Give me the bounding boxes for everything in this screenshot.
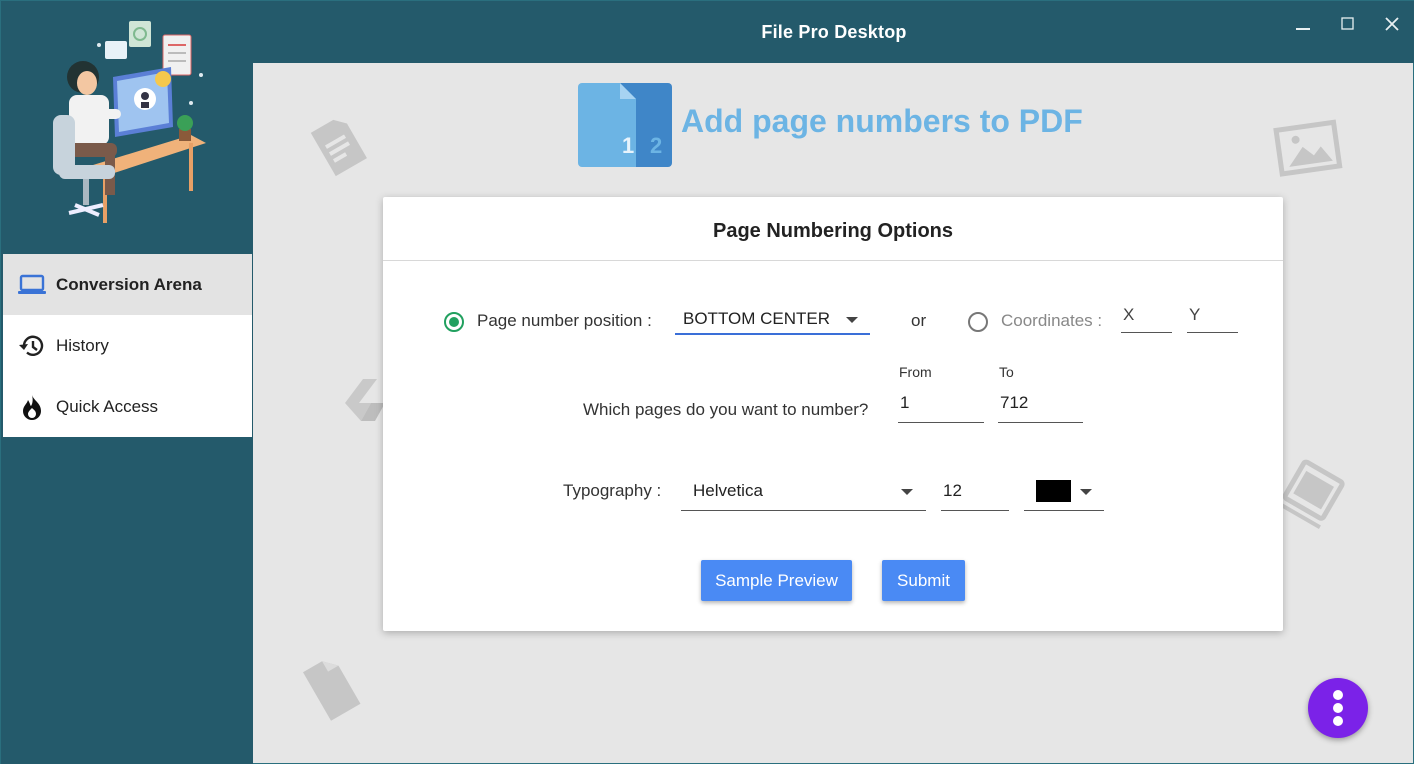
chevron-down-icon — [846, 317, 858, 323]
sidebar-item-label: Conversion Arena — [56, 274, 202, 294]
x-coordinate-input[interactable]: X — [1121, 301, 1172, 333]
from-label: From — [899, 364, 932, 380]
x-placeholder: X — [1123, 305, 1135, 324]
from-page-input[interactable]: 1 — [898, 389, 984, 423]
color-picker[interactable] — [1024, 475, 1104, 511]
from-page-value: 1 — [900, 393, 910, 412]
app-window: Conversion Arena History Quick Access Fi… — [0, 0, 1414, 764]
pdf-page-number-icon: 1 2 — [578, 83, 672, 167]
flame-icon — [17, 394, 47, 420]
pages-label: Which pages do you want to number? — [583, 400, 869, 419]
maximize-button[interactable] — [1333, 9, 1363, 37]
card-title: Page Numbering Options — [383, 197, 1283, 261]
minimize-icon — [1296, 28, 1310, 30]
font-value: Helvetica — [693, 481, 763, 500]
or-label: or — [911, 311, 927, 330]
maximize-icon — [1341, 17, 1354, 30]
position-select[interactable]: BOTTOM CENTER — [675, 303, 870, 335]
sidebar-item-conversion-arena[interactable]: Conversion Arena — [3, 254, 252, 315]
title-bar: File Pro Desktop — [253, 1, 1414, 63]
close-icon — [1385, 17, 1399, 31]
minimize-button[interactable] — [1288, 9, 1318, 37]
file-icon — [303, 661, 361, 721]
sidebar-item-label: History — [56, 335, 109, 355]
sample-preview-button[interactable]: Sample Preview — [701, 560, 852, 601]
options-card: Page Numbering Options Page number posit… — [383, 197, 1283, 631]
position-label: Page number position : — [477, 311, 652, 330]
to-label: To — [999, 364, 1014, 380]
typography-label: Typography : — [563, 481, 662, 500]
font-size-value: 12 — [943, 481, 962, 500]
image-icon — [1273, 119, 1343, 177]
chevron-down-icon — [1080, 489, 1092, 495]
images-stack-icon — [1277, 459, 1345, 530]
font-size-input[interactable]: 12 — [941, 475, 1009, 511]
hero-digit-2: 2 — [650, 133, 662, 158]
window-title: File Pro Desktop — [761, 22, 907, 42]
position-value: BOTTOM CENTER — [683, 309, 831, 328]
position-radio[interactable] — [444, 312, 464, 332]
hero-digit-1: 1 — [622, 133, 634, 158]
laptop-icon — [17, 272, 47, 298]
document-icon — [310, 119, 367, 177]
sidebar-item-history[interactable]: History — [3, 315, 252, 376]
history-icon — [17, 333, 47, 359]
y-placeholder: Y — [1189, 305, 1201, 324]
sidebar-nav: Conversion Arena History Quick Access — [3, 254, 252, 437]
submit-button[interactable]: Submit — [882, 560, 965, 601]
sidebar-item-label: Quick Access — [56, 396, 159, 416]
coordinates-radio[interactable] — [968, 312, 988, 332]
main-content: 1 2 Add page numbers to PDF Page Numberi… — [253, 63, 1413, 763]
coordinates-label: Coordinates : — [1001, 311, 1103, 330]
sidebar: Conversion Arena History Quick Access — [1, 1, 253, 764]
workspace-illustration — [53, 21, 206, 223]
to-page-value: 712 — [1000, 393, 1029, 412]
more-vertical-icon — [1333, 690, 1343, 700]
chevron-down-icon — [901, 489, 913, 495]
sidebar-item-quick-access[interactable]: Quick Access — [3, 376, 252, 437]
close-button[interactable] — [1377, 9, 1407, 37]
more-vertical-icon-dot — [1333, 716, 1343, 726]
color-swatch — [1036, 480, 1071, 502]
more-actions-button[interactable] — [1308, 678, 1368, 738]
to-page-input[interactable]: 712 — [998, 389, 1083, 423]
page-title: Add page numbers to PDF — [681, 103, 1083, 139]
font-select[interactable]: Helvetica — [681, 475, 926, 511]
y-coordinate-input[interactable]: Y — [1187, 301, 1238, 333]
more-vertical-icon-dot — [1333, 703, 1343, 713]
